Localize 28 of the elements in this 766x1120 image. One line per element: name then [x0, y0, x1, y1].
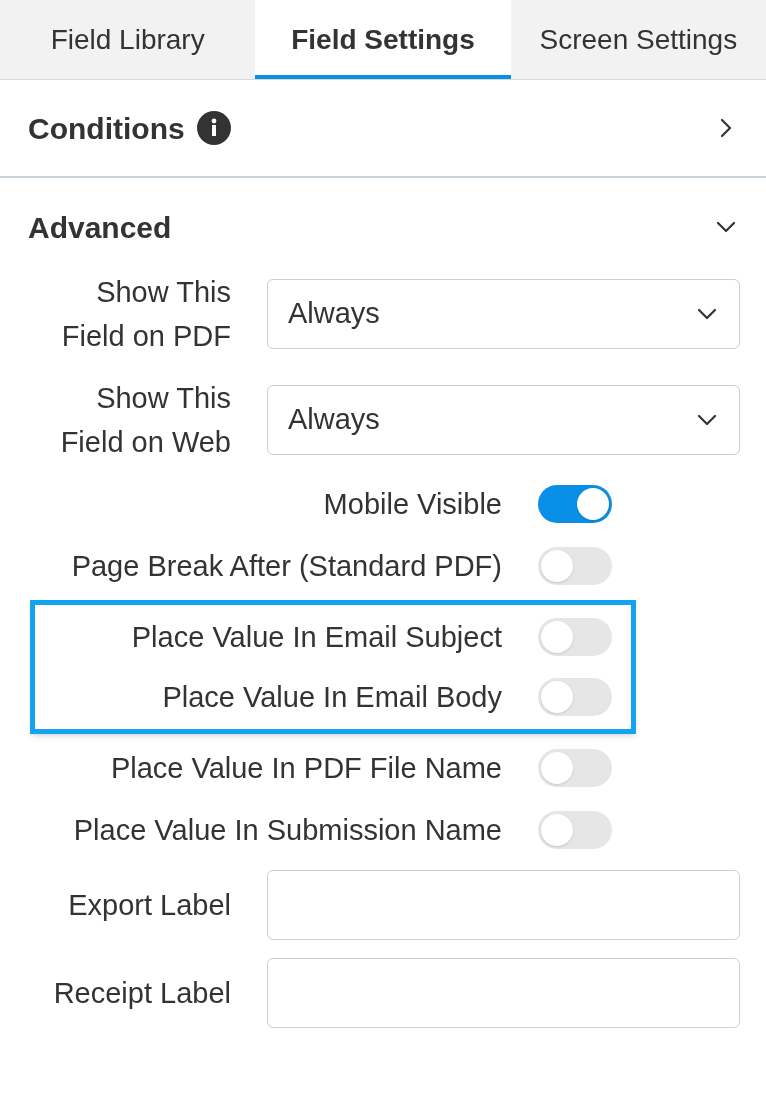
tab[interactable]: Screen Settings [510, 0, 766, 79]
conditions-header[interactable]: Conditions [0, 80, 766, 178]
info-icon [196, 111, 231, 145]
section-title: Conditions [28, 110, 185, 147]
toggle-label: Place Value In PDF File Name [109, 751, 502, 786]
toggle-label: Place Value In Submission Name [72, 813, 502, 848]
toggle-switch[interactable] [538, 618, 612, 656]
toggle-label: Mobile Visible [322, 487, 502, 522]
input-field[interactable] [267, 870, 740, 940]
tab[interactable]: Field Library [0, 0, 256, 79]
toggle-label: Place Value In Email Subject [130, 620, 502, 655]
toggle-label: Page Break After (Standard PDF) [70, 549, 502, 584]
field-label: Show This Field on PDF [60, 275, 231, 354]
field-label: Export Label [67, 888, 231, 923]
section-title: Advanced [28, 209, 172, 246]
toggle-switch[interactable] [538, 678, 612, 716]
toggle-switch[interactable] [538, 811, 612, 849]
toggle-label: Place Value In Email Body [161, 680, 502, 715]
toggle-switch[interactable] [538, 547, 612, 585]
tab[interactable]: Field Settings [255, 0, 511, 79]
input-field[interactable] [267, 958, 740, 1028]
toggle-switch[interactable] [538, 485, 612, 523]
dropdown-select[interactable]: Always [267, 279, 740, 349]
dropdown-select[interactable]: Always [267, 385, 740, 455]
field-label: Show This Field on Web [59, 381, 231, 460]
toggle-switch[interactable] [538, 749, 612, 787]
field-label: Receipt Label [52, 976, 231, 1011]
advanced-header[interactable]: Advanced [0, 178, 766, 276]
